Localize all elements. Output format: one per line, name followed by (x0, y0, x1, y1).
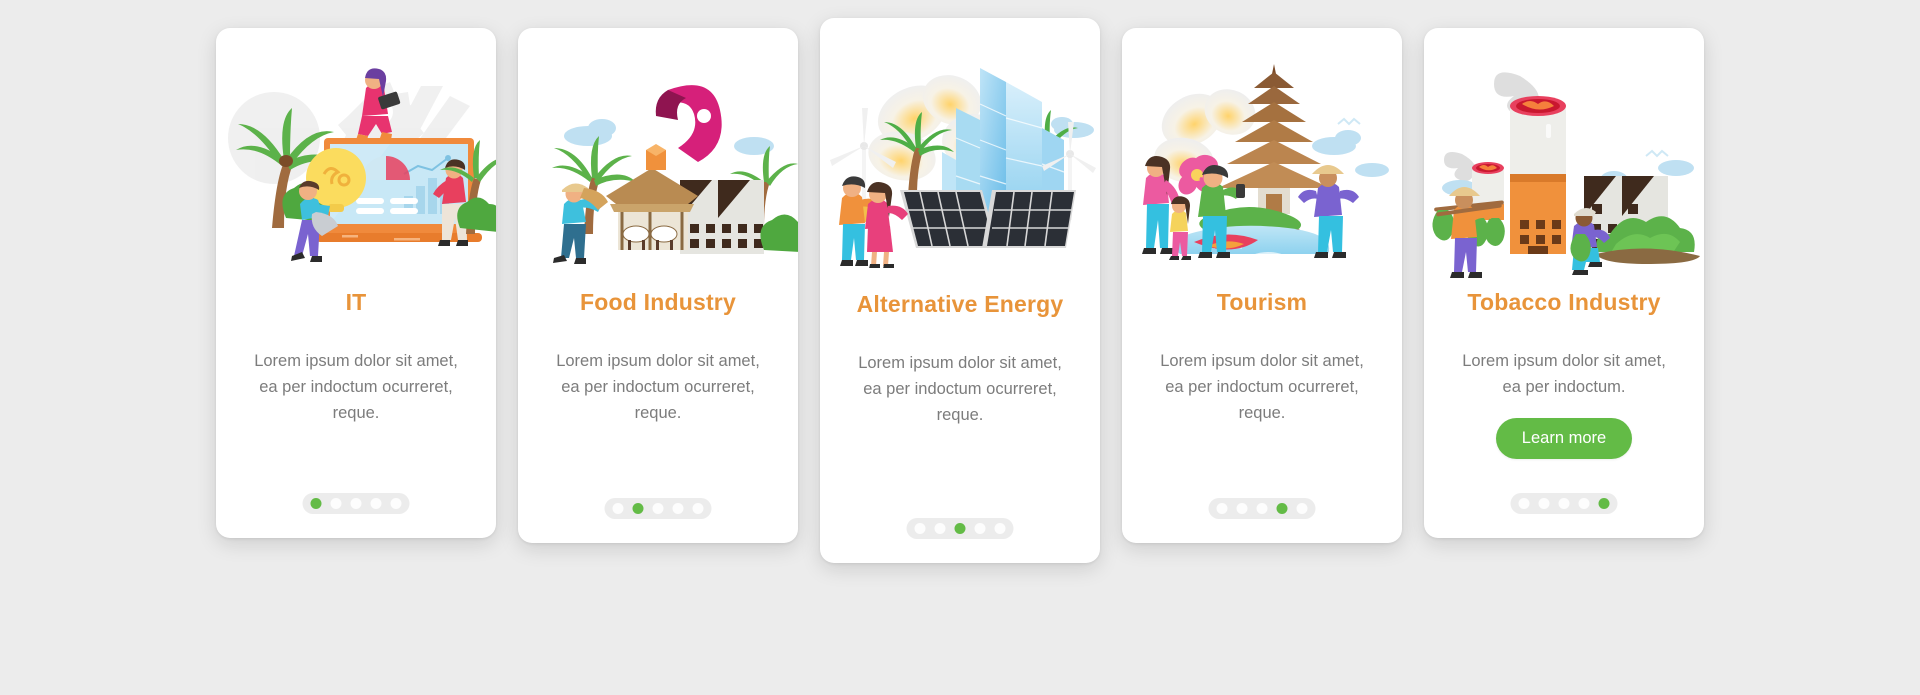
pagination-dots[interactable] (1208, 498, 1316, 519)
pagination-dot[interactable] (954, 523, 966, 534)
pagination-dot[interactable] (652, 503, 664, 514)
pagination-dot[interactable] (1538, 498, 1550, 509)
pagination-dot[interactable] (310, 498, 322, 509)
card-description: Lorem ipsum dolor sit amet, ea per indoc… (858, 353, 1062, 424)
learn-more-button[interactable]: Learn more (1495, 417, 1633, 459)
pagination-dot[interactable] (692, 503, 704, 514)
alternative-energy-illustration (820, 18, 1100, 268)
tourism-illustration (1122, 28, 1402, 278)
onboarding-card-tourism[interactable]: Tourism Lorem ipsum dolor sit amet, ea p… (1122, 28, 1402, 543)
pagination-dot[interactable] (934, 523, 946, 534)
card-title: IT (345, 289, 367, 315)
pagination-dot[interactable] (330, 498, 342, 509)
pagination-dots[interactable] (604, 498, 712, 519)
card-description: Lorem ipsum dolor sit amet, ea per indoc… (1462, 351, 1666, 396)
card-description: Lorem ipsum dolor sit amet, ea per indoc… (254, 351, 458, 422)
pagination-dot[interactable] (1578, 498, 1590, 509)
pagination-dot[interactable] (914, 523, 926, 534)
pagination-dot[interactable] (350, 498, 362, 509)
food-industry-illustration (518, 28, 798, 278)
pagination-dot[interactable] (1216, 503, 1228, 514)
pagination-dot[interactable] (1296, 503, 1308, 514)
pagination-dots[interactable] (1510, 493, 1618, 514)
card-title: Tourism (1216, 289, 1308, 315)
pagination-dot[interactable] (390, 498, 402, 509)
pagination-dot[interactable] (1276, 503, 1288, 514)
it-illustration (216, 28, 496, 278)
pagination-dot[interactable] (370, 498, 382, 509)
pagination-dot[interactable] (1598, 498, 1610, 509)
card-description: Lorem ipsum dolor sit amet, ea per indoc… (556, 351, 760, 422)
onboarding-card-alternative-energy[interactable]: Alternative Energy Lorem ipsum dolor sit… (820, 18, 1100, 563)
card-title: Alternative Energy (856, 291, 1064, 317)
onboarding-screens-container: IT Lorem ipsum dolor sit amet, ea per in… (0, 0, 1920, 695)
pagination-dots[interactable] (302, 493, 410, 514)
onboarding-card-it[interactable]: IT Lorem ipsum dolor sit amet, ea per in… (216, 28, 496, 538)
pagination-dot[interactable] (632, 503, 644, 514)
card-title: Food Industry (580, 289, 736, 315)
pagination-dot[interactable] (1256, 503, 1268, 514)
pagination-dot[interactable] (1558, 498, 1570, 509)
onboarding-card-tobacco-industry[interactable]: Tobacco Industry Lorem ipsum dolor sit a… (1424, 28, 1704, 538)
pagination-dot[interactable] (1518, 498, 1530, 509)
pagination-dot[interactable] (612, 503, 624, 514)
tobacco-industry-illustration (1424, 28, 1704, 278)
card-description: Lorem ipsum dolor sit amet, ea per indoc… (1160, 351, 1364, 422)
pagination-dots[interactable] (906, 518, 1014, 539)
onboarding-card-food-industry[interactable]: Food Industry Lorem ipsum dolor sit amet… (518, 28, 798, 543)
pagination-dot[interactable] (994, 523, 1006, 534)
pagination-dot[interactable] (672, 503, 684, 514)
card-title: Tobacco Industry (1467, 289, 1661, 315)
pagination-dot[interactable] (1236, 503, 1248, 514)
pagination-dot[interactable] (974, 523, 986, 534)
